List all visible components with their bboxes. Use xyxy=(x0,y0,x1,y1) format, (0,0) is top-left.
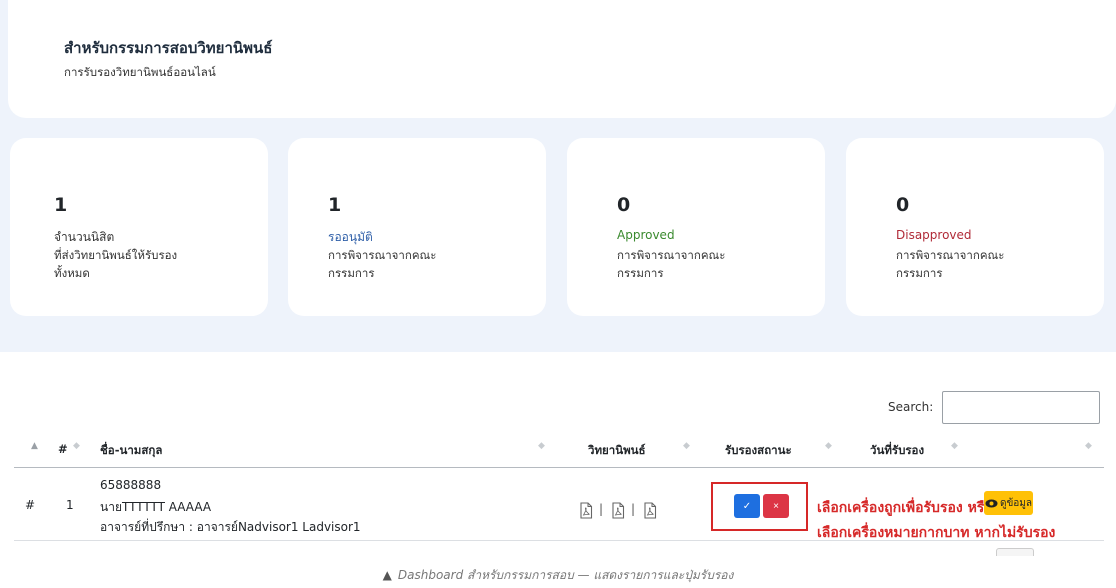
stat-label: Approved xyxy=(617,228,675,242)
page-title: สำหรับกรรมการสอบวิทยานิพนธ์ xyxy=(64,39,273,57)
sort-icon[interactable]: ◆ xyxy=(73,441,80,451)
caption-text: Dashboard สำหรับกรรมการสอบ — แสดงรายการแ… xyxy=(397,568,734,582)
stat-value: 1 xyxy=(54,194,68,216)
pdf-icon[interactable] xyxy=(611,502,625,519)
advisor-name: อาจารย์ที่ปรึกษา : อาจารย์Nadvisor1 Ladv… xyxy=(100,520,361,534)
stat-card-approved: 0 Approved การพิจารณาจากคณะ กรรมการ xyxy=(567,138,825,316)
sort-icon[interactable]: ◆ xyxy=(951,441,958,451)
sort-icon[interactable]: ◆ xyxy=(683,441,690,451)
pdf-icon[interactable] xyxy=(643,502,657,519)
sort-icon[interactable]: ◆ xyxy=(1085,441,1092,451)
stat-card-total: 1 จำนวนนิสิต ที่ส่งวิทยานิพนธ์ให้รับรอง … xyxy=(10,138,268,316)
student-id: 65888888 xyxy=(100,478,162,492)
annotation-line-1: เลือกเครื่องถูกเพื่อรับรอง หรือ xyxy=(817,500,993,516)
stat-value: 0 xyxy=(896,194,910,216)
eye-icon xyxy=(985,499,998,507)
stat-card-pending: 1 รออนุมัติ การพิจารณาจากคณะ กรรมการ xyxy=(288,138,546,316)
search-label: Search: xyxy=(888,400,934,414)
pdf-separator: | xyxy=(599,502,604,516)
column-header-status[interactable]: รับรองสถานะ xyxy=(725,442,792,460)
pdf-icon[interactable] xyxy=(579,502,593,519)
stat-description: การพิจารณาจากคณะ กรรมการ xyxy=(896,248,1005,280)
stat-description: ที่ส่งวิทยานิพนธ์ให้รับรอง ทั้งหมด xyxy=(54,248,178,280)
sort-icon[interactable]: ▲ xyxy=(31,441,38,451)
row-hash: # xyxy=(25,498,36,512)
stat-label: จำนวนนิสิต xyxy=(54,230,115,244)
stat-description: การพิจารณาจากคณะ กรรมการ xyxy=(617,248,726,280)
column-header-number[interactable]: # xyxy=(58,442,68,456)
sort-icon[interactable]: ◆ xyxy=(538,441,545,451)
stat-card-disapproved: 0 Disapproved การพิจารณาจากคณะ กรรมการ xyxy=(846,138,1104,316)
view-details-label: ดูข้อมูล xyxy=(999,497,1033,509)
reject-button[interactable]: × xyxy=(763,494,789,518)
stat-value: 1 xyxy=(328,194,342,216)
student-name: นายTTTTTT AAAAA xyxy=(100,500,212,514)
row-number: 1 xyxy=(66,498,74,512)
column-header-name[interactable]: ชื่อ-นามสกุล xyxy=(100,442,162,460)
sort-icon[interactable]: ◆ xyxy=(825,441,832,451)
header-card: สำหรับกรรมการสอบวิทยานิพนธ์ การรับรองวิท… xyxy=(8,0,1116,118)
table-header-divider xyxy=(14,467,1104,468)
pdf-separator: | xyxy=(631,502,636,516)
column-header-date[interactable]: วันที่รับรอง xyxy=(870,442,924,460)
pagination-button[interactable] xyxy=(996,548,1034,556)
approve-button[interactable]: ✓ xyxy=(734,494,760,518)
table-row-divider xyxy=(14,540,1104,541)
stat-label: รออนุมัติ xyxy=(328,230,373,244)
column-header-thesis[interactable]: วิทยานิพนธ์ xyxy=(588,442,646,460)
figure-caption: ▲ Dashboard สำหรับกรรมการสอบ — แสดงรายการ… xyxy=(0,566,1116,585)
view-details-button[interactable]: ดูข้อมูล xyxy=(984,491,1033,515)
page-subtitle: การรับรองวิทยานิพนธ์ออนไลน์ xyxy=(64,65,216,79)
stat-label: Disapproved xyxy=(896,228,972,242)
stat-value: 0 xyxy=(617,194,631,216)
search-input[interactable] xyxy=(942,391,1100,424)
stat-description: การพิจารณาจากคณะ กรรมการ xyxy=(328,248,437,280)
caption-triangle-icon: ▲ xyxy=(382,568,392,582)
